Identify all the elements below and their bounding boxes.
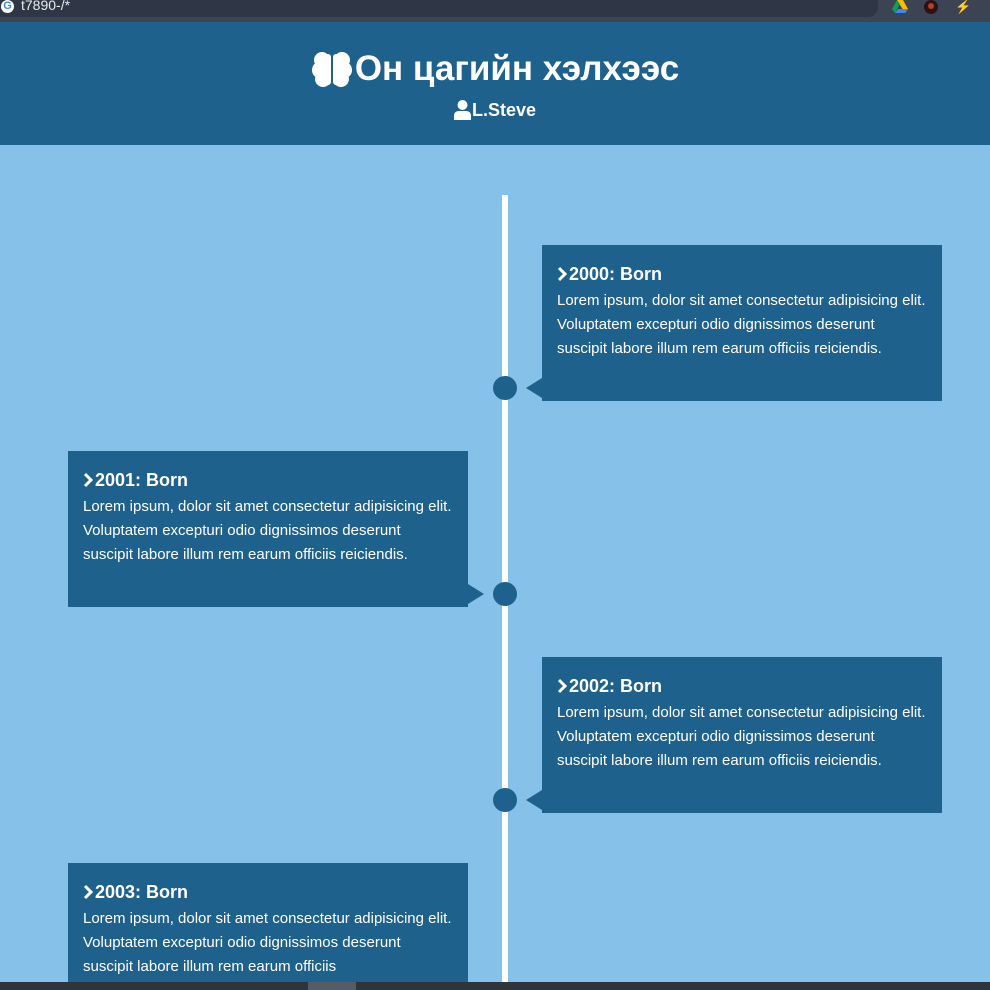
timeline-card: 2003: Born Lorem ipsum, dolor sit amet c…	[68, 863, 468, 990]
timeline-card-title: 2003: Born	[95, 882, 189, 902]
chevron-right-icon	[83, 884, 94, 900]
timeline-card-title-row: 2000: Born	[557, 263, 927, 285]
google-g-icon: G	[1, 0, 14, 13]
chevron-right-icon	[557, 266, 568, 282]
timeline-card-title-row: 2001: Born	[83, 469, 453, 491]
chevron-right-icon	[83, 472, 94, 488]
scrollbar-thumb[interactable]	[308, 982, 356, 990]
user-icon	[453, 100, 471, 120]
timeline-card-text: Lorem ipsum, dolor sit amet consectetur …	[557, 704, 926, 769]
screen-recorder-icon[interactable]	[924, 0, 938, 14]
timeline-dot	[493, 788, 517, 812]
address-bar-url[interactable]: t7890-/*	[21, 0, 70, 13]
timeline-card: 2000: Born Lorem ipsum, dolor sit amet c…	[526, 245, 942, 401]
timeline-dot	[493, 582, 517, 606]
timeline-card-pointer	[468, 584, 484, 604]
chevron-right-icon	[557, 678, 568, 694]
timeline-card: 2002: Born Lorem ipsum, dolor sit amet c…	[526, 657, 942, 813]
page-title: Он цагийн хэлхээс	[354, 49, 680, 88]
timeline-card-title-row: 2002: Born	[557, 675, 927, 697]
google-drive-icon[interactable]	[892, 0, 908, 13]
timeline-card: 2001: Born Lorem ipsum, dolor sit amet c…	[68, 451, 484, 607]
timeline-card-pointer	[526, 378, 542, 398]
browser-toolbar: G t7890-/* ⚡	[0, 0, 990, 22]
timeline-card-title: 2002: Born	[569, 676, 663, 696]
timeline-card-title-row: 2003: Born	[83, 881, 453, 903]
address-bar[interactable]: G t7890-/*	[0, 0, 878, 17]
timeline-card-text: Lorem ipsum, dolor sit amet consectetur …	[557, 292, 926, 357]
author-name: L.Steve	[471, 100, 537, 120]
site-header: Он цагийн хэлхээс L.Steve	[0, 22, 990, 145]
lightning-extension-icon[interactable]: ⚡	[955, 0, 971, 13]
page-title-row: Он цагийн хэлхээс	[0, 48, 990, 90]
author-row: L.Steve	[0, 99, 990, 121]
timeline-card-text: Lorem ipsum, dolor sit amet consectetur …	[83, 910, 452, 975]
timeline-card-text: Lorem ipsum, dolor sit amet consectetur …	[83, 498, 452, 563]
timeline-card-pointer	[526, 790, 542, 810]
timeline-card-title: 2000: Born	[569, 264, 663, 284]
horizontal-scrollbar[interactable]	[0, 982, 990, 990]
timeline-card-title: 2001: Born	[95, 470, 189, 490]
brain-icon	[311, 50, 353, 88]
timeline-dot	[493, 376, 517, 400]
